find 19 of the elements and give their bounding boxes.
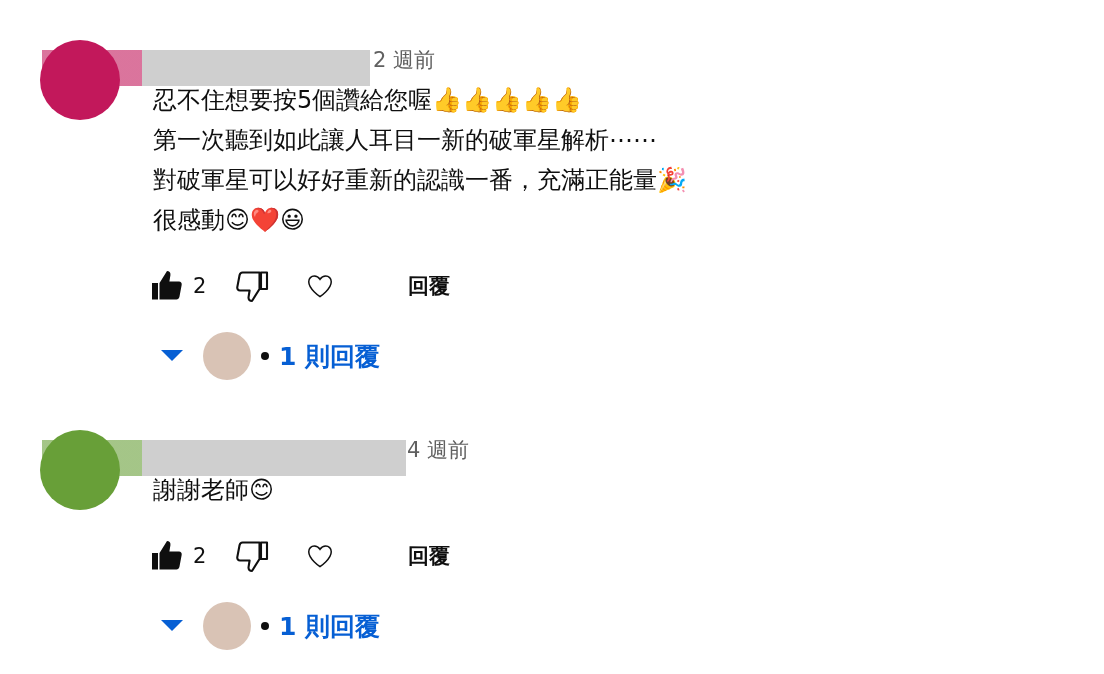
reply-button[interactable]: 回覆 (400, 536, 459, 576)
comment-time: 2 週前 (373, 48, 436, 72)
caret-down-icon[interactable] (161, 620, 183, 632)
comment-text: 謝謝老師😊 (153, 475, 276, 506)
like-count: 2 (193, 544, 207, 568)
comment-text: 忍不住想要按5個讚給您喔👍👍👍👍👍 (153, 85, 584, 116)
thumbs-down-icon (234, 268, 271, 304)
replies-link[interactable]: 1 則回覆 (261, 339, 381, 373)
comment-text: 對破軍星可以好好重新的認識一番，充滿正能量🎉 (153, 165, 687, 196)
thumbs-down-icon (234, 538, 271, 574)
reply-button[interactable]: 回覆 (400, 266, 459, 306)
replies-link[interactable]: 1 則回覆 (261, 609, 381, 643)
comment-time: 4 週前 (407, 438, 470, 462)
comment-text: 很感動😊❤😃 (153, 205, 307, 236)
avatar-placeholder (203, 332, 251, 380)
avatar-placeholder (203, 602, 251, 650)
caret-down-icon[interactable] (161, 350, 183, 362)
comment-text: 第一次聽到如此讓人耳目一新的破軍星解析⋯⋯ (153, 125, 658, 156)
like-count: 2 (193, 274, 207, 298)
